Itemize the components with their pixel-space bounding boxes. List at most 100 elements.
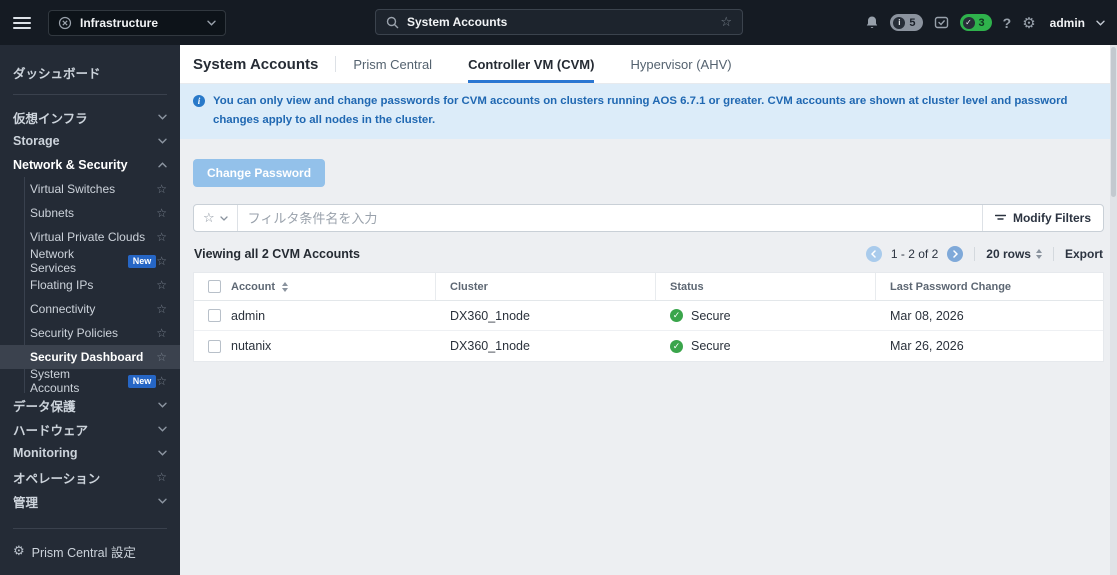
account-cell: nutanix bbox=[194, 331, 436, 361]
sidebar-item-prism-central-settings[interactable]: ⚙ Prism Central 設定 bbox=[0, 539, 180, 563]
tab-hypervisor-ahv[interactable]: Hypervisor (AHV) bbox=[630, 45, 731, 83]
bell-icon[interactable] bbox=[865, 15, 879, 30]
settings-gear-icon[interactable]: ⚙ bbox=[1022, 14, 1035, 32]
gear-icon: ⚙ bbox=[13, 543, 25, 558]
status-cell: ✓ Secure bbox=[656, 301, 876, 330]
sidebar-divider bbox=[13, 528, 167, 529]
scrollbar-thumb[interactable] bbox=[1111, 47, 1116, 197]
app-switcher-label: Infrastructure bbox=[80, 15, 159, 30]
sidebar-item-monitoring[interactable]: Monitoring bbox=[0, 441, 180, 465]
status-text: Secure bbox=[691, 308, 731, 323]
accounts-table: Account Cluster Status Last Password Cha… bbox=[193, 272, 1104, 363]
sidebar-item-floating-ips[interactable]: Floating IPs ☆ bbox=[0, 273, 180, 297]
favorite-star-icon[interactable]: ☆ bbox=[156, 470, 167, 484]
tasks-icon[interactable] bbox=[934, 15, 949, 30]
infrastructure-icon bbox=[58, 16, 72, 29]
secure-status-icon: ✓ bbox=[670, 309, 683, 323]
sidebar-item-virtual-private-clouds[interactable]: Virtual Private Clouds ☆ bbox=[0, 225, 180, 249]
saved-filters-dropdown[interactable]: ☆ bbox=[194, 210, 237, 226]
last-password-change-cell: Mar 08, 2026 bbox=[890, 308, 964, 323]
sidebar-item-virtual-infrastructure[interactable]: 仮想インフラ bbox=[0, 105, 180, 129]
global-search[interactable]: System Accounts ☆ bbox=[375, 9, 743, 35]
sidebar-item-dashboard[interactable]: ダッシュボード bbox=[0, 60, 180, 84]
select-all-checkbox[interactable] bbox=[208, 280, 221, 294]
sidebar-item-virtual-switches[interactable]: Virtual Switches ☆ bbox=[0, 177, 180, 201]
export-button[interactable]: Export bbox=[1065, 247, 1103, 261]
sidebar-item-system-accounts[interactable]: System Accounts New ☆ bbox=[0, 367, 180, 395]
favorite-star-icon[interactable]: ☆ bbox=[720, 14, 732, 30]
chevron-down-icon bbox=[220, 216, 228, 221]
screen: Infrastructure System Accounts ☆ i 5 ✓ 3… bbox=[0, 0, 1117, 575]
header-status[interactable]: Status bbox=[656, 273, 876, 301]
sidebar-item-label: System Accounts bbox=[30, 367, 80, 395]
favorite-star-icon[interactable]: ☆ bbox=[156, 278, 167, 292]
tab-prism-central[interactable]: Prism Central bbox=[353, 45, 432, 83]
rows-per-page-select[interactable]: 20 rows bbox=[986, 247, 1042, 261]
header-last-password-change[interactable]: Last Password Change bbox=[876, 273, 1103, 300]
sidebar-item-security-dashboard[interactable]: Security Dashboard ☆ bbox=[0, 345, 180, 369]
favorite-star-icon[interactable]: ☆ bbox=[156, 350, 167, 364]
favorite-star-icon[interactable]: ☆ bbox=[156, 182, 167, 196]
table-row[interactable]: nutanix DX360_1node ✓ Secure Mar 26, 2026 bbox=[194, 331, 1103, 361]
header-cluster[interactable]: Cluster bbox=[436, 273, 656, 301]
user-chevron-down-icon[interactable] bbox=[1096, 20, 1105, 26]
table-header-row: Account Cluster Status Last Password Cha… bbox=[194, 273, 1103, 302]
filter-input[interactable] bbox=[237, 210, 982, 226]
sidebar-item-administration[interactable]: 管理 bbox=[0, 489, 180, 513]
chevron-down-icon bbox=[158, 138, 167, 144]
new-badge: New bbox=[127, 254, 157, 268]
change-password-button[interactable]: Change Password bbox=[193, 159, 326, 188]
topbar-right-cluster: i 5 ✓ 3 ? ⚙ admin bbox=[865, 0, 1105, 45]
modify-filters-button[interactable]: Modify Filters bbox=[983, 211, 1103, 225]
sidebar-item-label: Subnets bbox=[30, 206, 75, 220]
sidebar-item-label: Virtual Switches bbox=[30, 182, 116, 196]
favorite-star-icon[interactable]: ☆ bbox=[156, 230, 167, 244]
tab-label: Hypervisor (AHV) bbox=[630, 56, 732, 72]
sidebar-item-connectivity[interactable]: Connectivity ☆ bbox=[0, 297, 180, 321]
favorite-star-icon[interactable]: ☆ bbox=[156, 302, 167, 316]
vertical-scrollbar[interactable] bbox=[1110, 45, 1117, 575]
header-account[interactable]: Account bbox=[194, 273, 436, 301]
pagination-next-button[interactable] bbox=[947, 246, 964, 263]
tab-bar: Prism Central Controller VM (CVM) Hyperv… bbox=[353, 45, 732, 83]
row-checkbox[interactable] bbox=[208, 309, 221, 323]
title-separator bbox=[335, 56, 337, 72]
favorite-star-icon[interactable]: ☆ bbox=[156, 326, 167, 340]
sidebar-item-label: ハードウェア bbox=[13, 423, 89, 438]
hamburger-menu-icon[interactable] bbox=[13, 14, 31, 32]
app-switcher-dropdown[interactable]: Infrastructure bbox=[48, 9, 226, 36]
sidebar-item-hardware[interactable]: ハードウェア bbox=[0, 417, 180, 441]
favorite-star-icon[interactable]: ☆ bbox=[156, 374, 167, 388]
top-bar: Infrastructure System Accounts ☆ i 5 ✓ 3… bbox=[0, 0, 1117, 45]
sidebar-item-label: Virtual Private Clouds bbox=[30, 230, 146, 244]
updown-icon bbox=[1035, 249, 1042, 260]
alerts-badge[interactable]: i 5 bbox=[890, 14, 923, 31]
row-checkbox[interactable] bbox=[208, 339, 221, 353]
tasks-count: 3 bbox=[978, 16, 985, 29]
sidebar-item-storage[interactable]: Storage bbox=[0, 129, 180, 153]
favorite-star-icon: ☆ bbox=[203, 210, 215, 226]
pagination: 1 - 2 of 2 20 rows Export bbox=[865, 246, 1103, 263]
account-cell: admin bbox=[194, 301, 436, 330]
tab-controller-vm-cvm[interactable]: Controller VM (CVM) bbox=[468, 45, 595, 83]
help-icon[interactable]: ? bbox=[1003, 15, 1012, 31]
search-value: System Accounts bbox=[407, 15, 508, 29]
sidebar-item-label: Connectivity bbox=[30, 302, 96, 316]
sidebar-item-operations[interactable]: オペレーション ☆ bbox=[0, 465, 180, 489]
secure-status-icon: ✓ bbox=[670, 339, 683, 353]
page-body: Change Password ☆ フィルタ条件名を入力 Modify Filt… bbox=[180, 139, 1117, 575]
tasks-badge[interactable]: ✓ 3 bbox=[959, 14, 992, 31]
sidebar-item-network-security[interactable]: Network & Security bbox=[0, 153, 180, 177]
sidebar-item-data-protection[interactable]: データ保護 bbox=[0, 393, 180, 417]
table-row[interactable]: admin DX360_1node ✓ Secure Mar 08, 2026 bbox=[194, 301, 1103, 332]
rows-per-page-label: 20 rows bbox=[986, 247, 1031, 262]
sidebar-item-subnets[interactable]: Subnets ☆ bbox=[0, 201, 180, 225]
sidebar-item-network-services[interactable]: Network Services New ☆ bbox=[0, 247, 180, 275]
toolbar-separator bbox=[1052, 247, 1054, 262]
status-cell: ✓ Secure bbox=[656, 331, 876, 361]
sidebar-item-security-policies[interactable]: Security Policies ☆ bbox=[0, 321, 180, 345]
pagination-prev-button[interactable] bbox=[865, 246, 882, 263]
favorite-star-icon[interactable]: ☆ bbox=[156, 254, 167, 268]
favorite-star-icon[interactable]: ☆ bbox=[156, 206, 167, 220]
sort-icon[interactable] bbox=[282, 281, 288, 292]
